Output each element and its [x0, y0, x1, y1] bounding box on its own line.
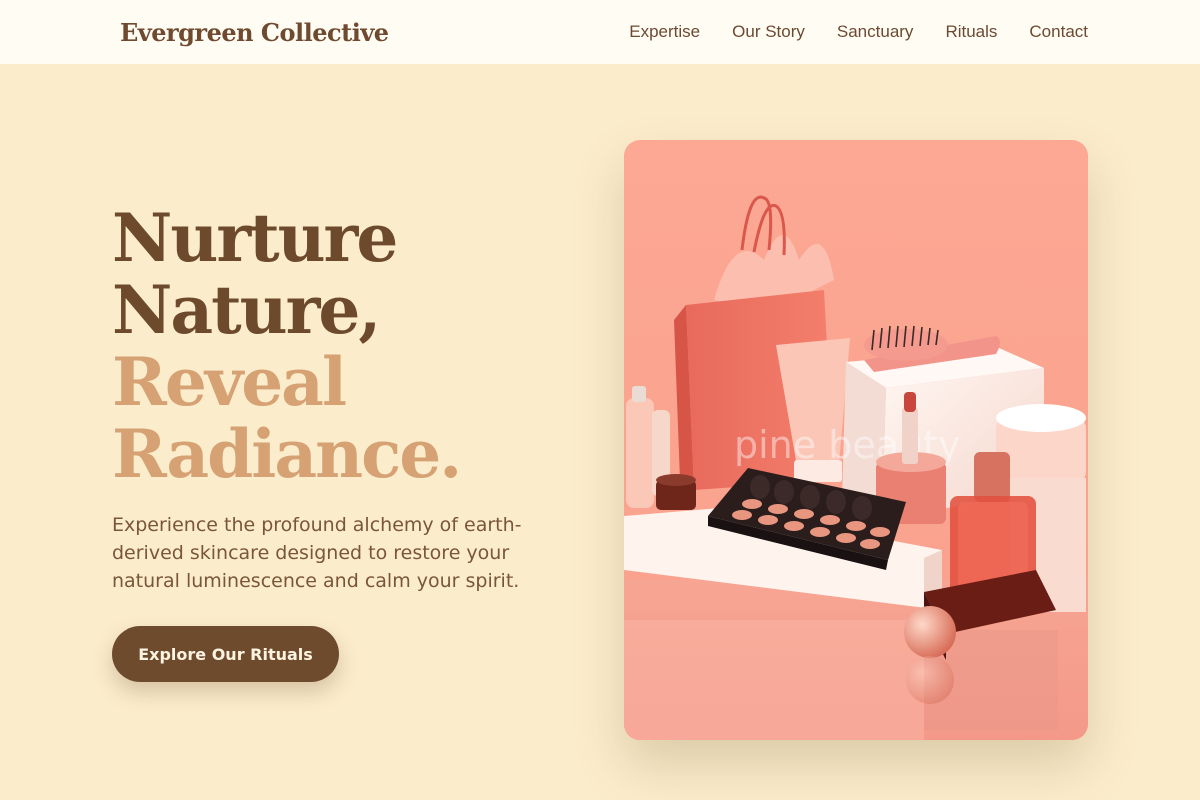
hero-product-image: pine beauty — [624, 140, 1088, 740]
main-nav: Expertise Our Story Sanctuary Rituals Co… — [629, 22, 1088, 42]
hero-title-line: Nurture — [112, 199, 398, 277]
hero-title-accent-line: Reveal — [112, 343, 347, 421]
nav-link-our-story[interactable]: Our Story — [732, 22, 805, 42]
nav-link-expertise[interactable]: Expertise — [629, 22, 700, 42]
nav-link-contact[interactable]: Contact — [1029, 22, 1088, 42]
explore-rituals-button[interactable]: Explore Our Rituals — [112, 626, 339, 682]
site-header: Evergreen Collective Expertise Our Story… — [0, 0, 1200, 64]
hero-title: Nurture Nature, Reveal Radiance. — [112, 202, 592, 490]
nav-link-sanctuary[interactable]: Sanctuary — [837, 22, 914, 42]
nav-link-rituals[interactable]: Rituals — [945, 22, 997, 42]
hero-title-line: Nature, — [112, 271, 381, 349]
brand-logo[interactable]: Evergreen Collective — [120, 18, 389, 47]
cosmetics-illustration: pine beauty — [624, 140, 1088, 740]
hero-description: Experience the profound alchemy of earth… — [112, 514, 522, 592]
hero-title-accent-line: Radiance. — [112, 415, 462, 493]
